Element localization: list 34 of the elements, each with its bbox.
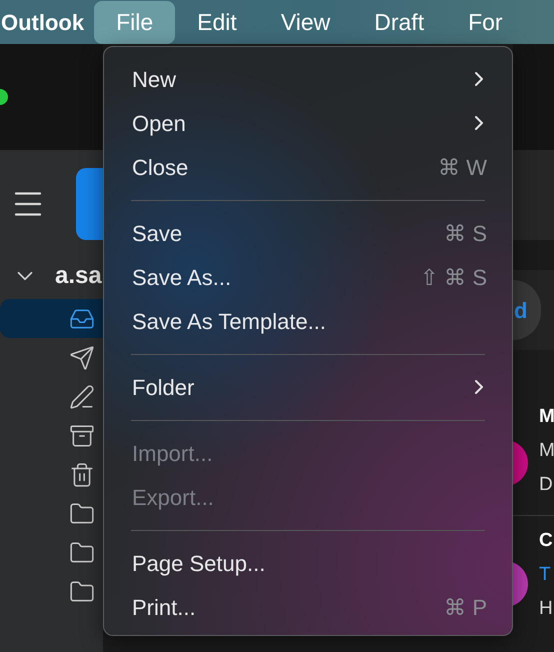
message-subject: M bbox=[539, 439, 554, 463]
folder-item[interactable] bbox=[0, 299, 103, 338]
menu-item[interactable]: Print... ⌘ P bbox=[104, 585, 512, 629]
folder-icon bbox=[69, 500, 95, 526]
menu-bar-item[interactable]: Draft bbox=[352, 0, 446, 44]
account-name[interactable]: a.sa bbox=[55, 258, 102, 294]
shortcut-label: ⌘ W bbox=[438, 154, 487, 182]
message-preview: D bbox=[539, 473, 554, 497]
menu-item[interactable]: Open bbox=[104, 101, 512, 145]
menu-bar-item[interactable]: For bbox=[446, 0, 525, 44]
menu-bar-item[interactable]: Edit bbox=[175, 0, 259, 44]
shortcut-label: ⇧ ⌘ S bbox=[420, 264, 487, 292]
folder-icon bbox=[69, 540, 95, 566]
menu-bar-item[interactable]: View bbox=[258, 0, 352, 44]
shortcut-label: ⌘ P bbox=[444, 594, 487, 622]
pencil-icon bbox=[69, 384, 95, 410]
shortcut-label: ⌘ S bbox=[444, 220, 487, 248]
menu-item[interactable]: New bbox=[104, 57, 512, 101]
trash-icon bbox=[69, 462, 95, 488]
menu-item[interactable]: Close ⌘ W bbox=[104, 145, 512, 189]
folder-icon bbox=[69, 578, 95, 604]
menu-item[interactable]: Save As Template... bbox=[104, 299, 512, 343]
menu-item[interactable]: Save ⌘ S bbox=[104, 211, 512, 255]
message-preview: H bbox=[539, 597, 554, 621]
sender-name: C bbox=[539, 529, 554, 553]
sender-name: M bbox=[539, 405, 554, 429]
message-subject: T bbox=[539, 563, 552, 587]
menu-item[interactable]: Page Setup... bbox=[104, 541, 512, 585]
menu-item[interactable]: Folder bbox=[104, 365, 512, 409]
menu-item[interactable]: Save As... ⇧ ⌘ S bbox=[104, 255, 512, 299]
compose-button[interactable] bbox=[76, 168, 103, 240]
send-icon bbox=[69, 344, 95, 370]
archive-icon bbox=[69, 422, 95, 448]
app-name: Outlook bbox=[1, 8, 84, 36]
